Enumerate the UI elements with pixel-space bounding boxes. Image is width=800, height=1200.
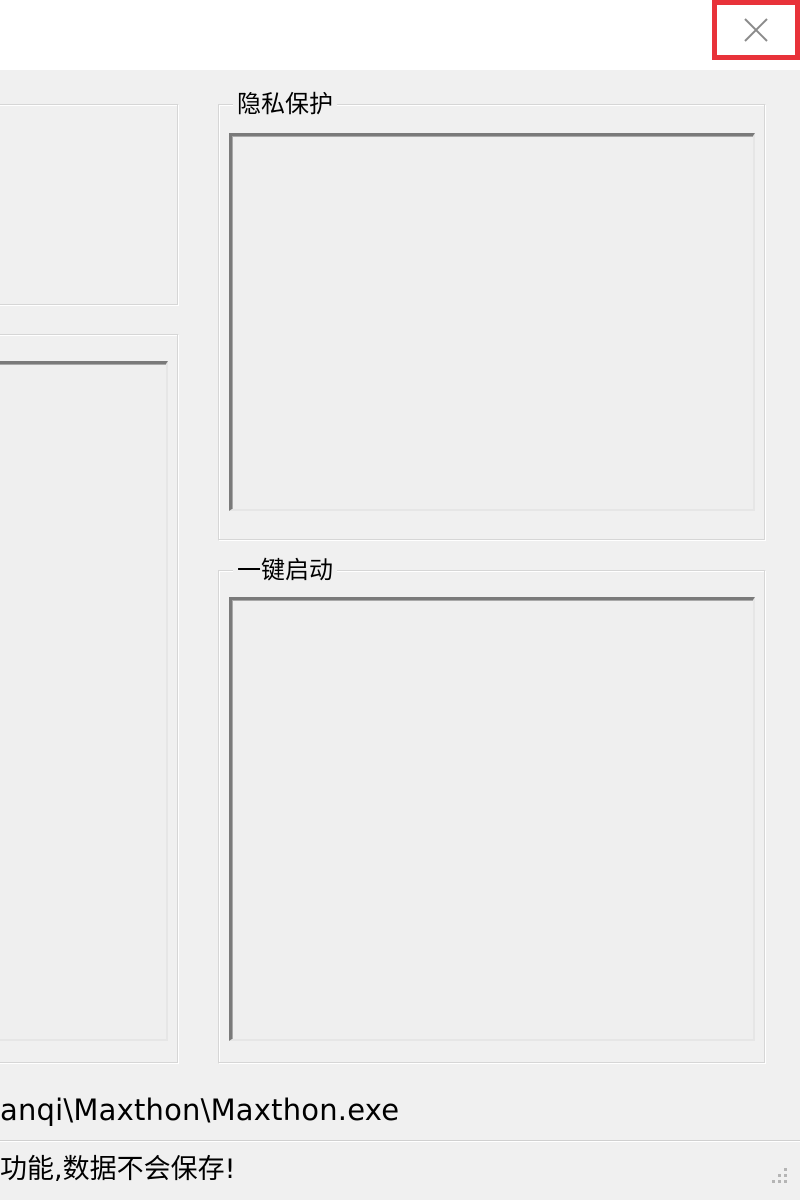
privacy-group-title: 隐私保护 <box>233 89 337 119</box>
privacy-list[interactable] <box>229 133 755 511</box>
close-button[interactable] <box>717 5 795 55</box>
left-bottom-groupbox <box>0 334 179 1064</box>
close-icon <box>744 18 768 42</box>
quick-start-groupbox: 一键启动 <box>218 555 766 1064</box>
privacy-groupbox: 隐私保护 <box>218 89 766 541</box>
left-list[interactable] <box>0 361 168 1041</box>
app-window: 隐私保护 一键启动 anqi\Maxthon\Maxthon.exe 功能,数据… <box>0 0 800 1200</box>
status-divider <box>0 1140 800 1142</box>
left-top-groupbox <box>0 104 179 306</box>
quick-start-list[interactable] <box>229 597 755 1041</box>
status-message: 功能,数据不会保存! <box>0 1154 236 1185</box>
title-bar <box>0 0 800 70</box>
resize-grip-icon[interactable] <box>768 1164 790 1186</box>
executable-path-text: anqi\Maxthon\Maxthon.exe <box>0 1093 400 1127</box>
quick-start-group-title: 一键启动 <box>233 555 337 585</box>
